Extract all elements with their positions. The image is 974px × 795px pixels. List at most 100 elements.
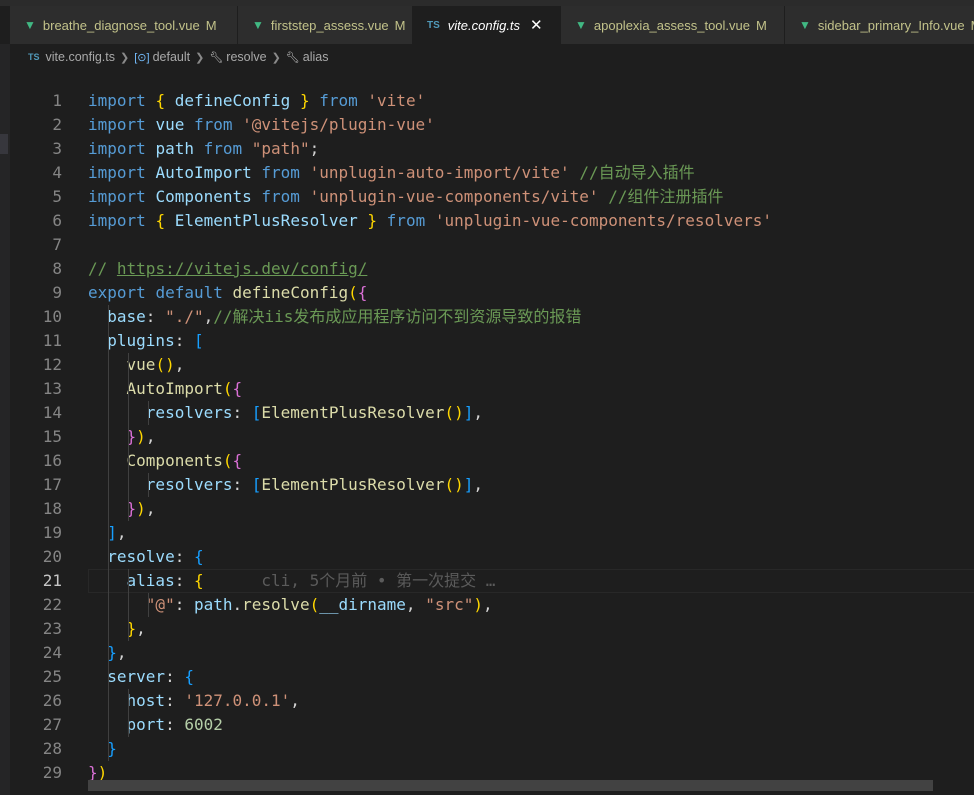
line-number: 20 <box>42 547 62 566</box>
line-number: 16 <box>42 451 62 470</box>
line-number: 15 <box>42 427 62 446</box>
code-line[interactable]: 16 Components({ <box>10 449 974 473</box>
line-number: 1 <box>52 91 62 110</box>
breadcrumb-item-default[interactable]: default <box>153 50 191 64</box>
line-number: 22 <box>42 595 62 614</box>
code-text: }), <box>126 427 156 446</box>
line-number: 12 <box>42 355 62 374</box>
tab-firststep-assess-vue[interactable]: ▼ firststep_assess.vue M <box>238 6 413 44</box>
line-number: 6 <box>52 211 62 230</box>
tab-apoplexia-assess-tool-vue[interactable]: ▼ apoplexia_assess_tool.vue M <box>561 6 785 44</box>
close-icon[interactable]: ✕ <box>530 16 543 34</box>
code-line[interactable]: 17 resolvers: [ElementPlusResolver()], <box>10 473 974 497</box>
line-number: 26 <box>42 691 62 710</box>
code-line[interactable]: 26 host: '127.0.0.1', <box>10 689 974 713</box>
horizontal-scrollbar[interactable] <box>88 780 933 791</box>
code-line[interactable]: 10 base: "./",//解决iis发布成应用程序访问不到资源导致的报错 <box>10 305 974 329</box>
line-number: 28 <box>42 739 62 758</box>
code-text: server: { <box>107 667 194 686</box>
code-text: alias: { cli, 5个月前 • 第一次提交 … <box>126 571 496 590</box>
line-number: 7 <box>52 235 62 254</box>
code-text: base: "./",//解决iis发布成应用程序访问不到资源导致的报错 <box>107 307 582 326</box>
code-line[interactable]: 18 }), <box>10 497 974 521</box>
breadcrumb-item-resolve[interactable]: resolve <box>226 50 266 64</box>
code-text: resolve: { <box>107 547 204 566</box>
code-line[interactable]: 23 }, <box>10 617 974 641</box>
tab-label: sidebar_primary_Info.vue <box>817 17 965 33</box>
ts-file-icon: TS <box>28 52 40 62</box>
tab-label: apoplexia_assess_tool.vue <box>593 17 750 33</box>
tab-vite-config-ts[interactable]: TS vite.config.ts ✕ <box>413 6 561 44</box>
indent-guide <box>128 569 129 641</box>
code-text: import AutoImport from 'unplugin-auto-im… <box>88 163 695 182</box>
vue-icon: ▼ <box>24 18 36 32</box>
code-line[interactable]: 8 // https://vitejs.dev/config/ <box>10 257 974 281</box>
code-line[interactable]: 4 import AutoImport from 'unplugin-auto-i… <box>10 161 974 185</box>
line-number: 19 <box>42 523 62 542</box>
symbol-variable-icon: [⊙] <box>134 51 150 64</box>
vertical-scrollbar[interactable] <box>960 90 974 780</box>
line-number: 23 <box>42 619 62 638</box>
breadcrumb: TS vite.config.ts ❯ [⊙] default ❯ 🔧︎ res… <box>28 46 328 68</box>
modified-badge: M <box>205 17 217 33</box>
code-line[interactable]: 12 vue(), <box>10 353 974 377</box>
code-line[interactable]: 21 alias: { cli, 5个月前 • 第一次提交 … <box>10 569 974 593</box>
line-number: 17 <box>42 475 62 494</box>
code-line[interactable]: 19 ], <box>10 521 974 545</box>
tab-label: vite.config.ts <box>447 17 521 33</box>
code-line[interactable]: 11 plugins: [ <box>10 329 974 353</box>
indent-guide <box>148 593 149 617</box>
code-line[interactable]: 22 "@": path.resolve(__dirname, "src"), <box>10 593 974 617</box>
line-number: 18 <box>42 499 62 518</box>
code-editor[interactable]: 1 import { defineConfig } from 'vite' 2 imp… <box>10 89 974 785</box>
gutter-marker <box>0 134 8 154</box>
line-number: 21 <box>42 571 62 590</box>
tab-label: breathe_diagnose_tool.vue <box>42 17 200 33</box>
code-line[interactable]: 5 import Components from 'unplugin-vue-co… <box>10 185 974 209</box>
ts-icon: TS <box>427 19 440 31</box>
code-line[interactable]: 20 resolve: { <box>10 545 974 569</box>
line-number: 24 <box>42 643 62 662</box>
code-line[interactable]: 9 export default defineConfig({ <box>10 281 974 305</box>
code-line[interactable]: 1 import { defineConfig } from 'vite' <box>10 89 974 113</box>
code-text: host: '127.0.0.1', <box>126 691 300 710</box>
code-line[interactable]: 7 <box>10 233 974 257</box>
indent-guide <box>108 545 109 665</box>
tab-breathe-diagnose-tool-vue[interactable]: ▼ breathe_diagnose_tool.vue M <box>10 6 238 44</box>
line-number: 2 <box>52 115 62 134</box>
line-number: 25 <box>42 667 62 686</box>
code-text: export default defineConfig({ <box>88 283 368 302</box>
chevron-right-icon: ❯ <box>195 51 205 64</box>
indent-guide <box>128 689 129 737</box>
chevron-right-icon: ❯ <box>120 51 130 64</box>
breadcrumb-item-alias[interactable]: alias <box>303 50 329 64</box>
vue-icon: ▼ <box>575 18 587 32</box>
code-text: vue(), <box>126 355 185 374</box>
code-line[interactable]: 3 import path from "path"; <box>10 137 974 161</box>
line-number: 14 <box>42 403 62 422</box>
tab-label: firststep_assess.vue <box>270 17 389 33</box>
code-line[interactable]: 15 }), <box>10 425 974 449</box>
line-number: 11 <box>42 331 62 350</box>
indent-guide <box>148 473 149 497</box>
line-number: 13 <box>42 379 62 398</box>
modified-badge: M <box>756 17 767 33</box>
code-line[interactable]: 25 server: { <box>10 665 974 689</box>
vue-icon: ▼ <box>799 18 811 32</box>
code-line[interactable]: 6 import { ElementPlusResolver } from 'un… <box>10 209 974 233</box>
code-text: AutoImport({ <box>126 379 243 398</box>
code-line[interactable]: 24 }, <box>10 641 974 665</box>
code-line[interactable]: 13 AutoImport({ <box>10 377 974 401</box>
activity-gutter <box>0 44 10 795</box>
breadcrumb-file[interactable]: vite.config.ts <box>46 50 115 64</box>
code-line[interactable]: 27 port: 6002 <box>10 713 974 737</box>
indent-guide <box>108 665 109 761</box>
code-text: import { defineConfig } from 'vite' <box>88 91 426 110</box>
line-number: 29 <box>42 763 62 782</box>
code-text: // https://vitejs.dev/config/ <box>88 259 368 278</box>
indent-guide <box>108 305 109 545</box>
tab-sidebar-primary-info-vue[interactable]: ▼ sidebar_primary_Info.vue M <box>785 6 974 44</box>
code-line[interactable]: 2 import vue from '@vitejs/plugin-vue' <box>10 113 974 137</box>
code-line[interactable]: 28 } <box>10 737 974 761</box>
code-line[interactable]: 14 resolvers: [ElementPlusResolver()], <box>10 401 974 425</box>
